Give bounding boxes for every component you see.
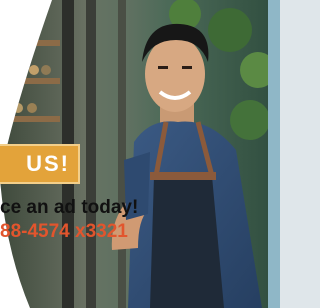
call-us-badge: US! (0, 144, 80, 184)
ad-phone-number[interactable]: 88-4574 x3321 (0, 220, 268, 244)
badge-text: US! (26, 151, 70, 176)
ad-tagline: ce an ad today! (0, 197, 139, 218)
side-accent-strip (268, 0, 280, 308)
advertisement-card[interactable]: US! ce an ad today! 88-4574 x3321 (0, 0, 280, 308)
